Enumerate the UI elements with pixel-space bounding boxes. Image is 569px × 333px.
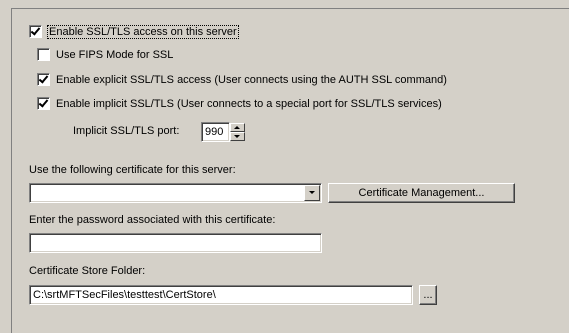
- fips-label: Use FIPS Mode for SSL: [56, 48, 174, 61]
- enable-ssl-row[interactable]: Enable SSL/TLS access on this server: [29, 24, 239, 39]
- enable-ssl-checkbox[interactable]: [29, 25, 42, 38]
- implicit-ssl-row[interactable]: Enable implicit SSL/TLS (User connects t…: [37, 97, 442, 110]
- certificate-select[interactable]: [29, 183, 322, 203]
- fips-row[interactable]: Use FIPS Mode for SSL: [37, 48, 173, 61]
- fips-checkbox[interactable]: [37, 48, 50, 61]
- store-folder-label: Certificate Store Folder:: [29, 265, 146, 277]
- explicit-ssl-row[interactable]: Enable explicit SSL/TLS access (User con…: [37, 73, 447, 86]
- certificate-password-input[interactable]: [29, 233, 322, 253]
- implicit-port-label: Implicit SSL/TLS port:: [73, 125, 180, 137]
- store-folder-input[interactable]: [29, 285, 413, 305]
- store-label-row: Certificate Store Folder:: [29, 265, 145, 277]
- implicit-port-input[interactable]: [201, 122, 230, 142]
- explicit-ssl-label: Enable explicit SSL/TLS access (User con…: [56, 73, 447, 86]
- browse-button[interactable]: ...: [419, 285, 437, 305]
- implicit-ssl-checkbox[interactable]: [37, 97, 50, 110]
- certificate-management-button[interactable]: Certificate Management...: [328, 183, 515, 203]
- chevron-down-icon: [309, 191, 315, 194]
- port-spinner[interactable]: [230, 123, 245, 141]
- password-label-row: Enter the password associated with this …: [29, 214, 275, 226]
- chevron-up-icon: [234, 126, 240, 129]
- spin-down-button[interactable]: [230, 132, 245, 141]
- enable-ssl-label: Enable SSL/TLS access on this server: [47, 24, 239, 39]
- implicit-port-label-row: Implicit SSL/TLS port:: [73, 125, 179, 137]
- password-label: Enter the password associated with this …: [29, 214, 276, 226]
- certificate-dropdown-button[interactable]: [304, 185, 320, 201]
- implicit-ssl-label: Enable implicit SSL/TLS (User connects t…: [56, 97, 442, 110]
- spin-up-button[interactable]: [230, 123, 245, 132]
- explicit-ssl-checkbox[interactable]: [37, 73, 50, 86]
- certificate-label-row: Use the following certificate for this s…: [29, 164, 236, 176]
- chevron-down-icon: [234, 135, 240, 138]
- certificate-label: Use the following certificate for this s…: [29, 164, 236, 176]
